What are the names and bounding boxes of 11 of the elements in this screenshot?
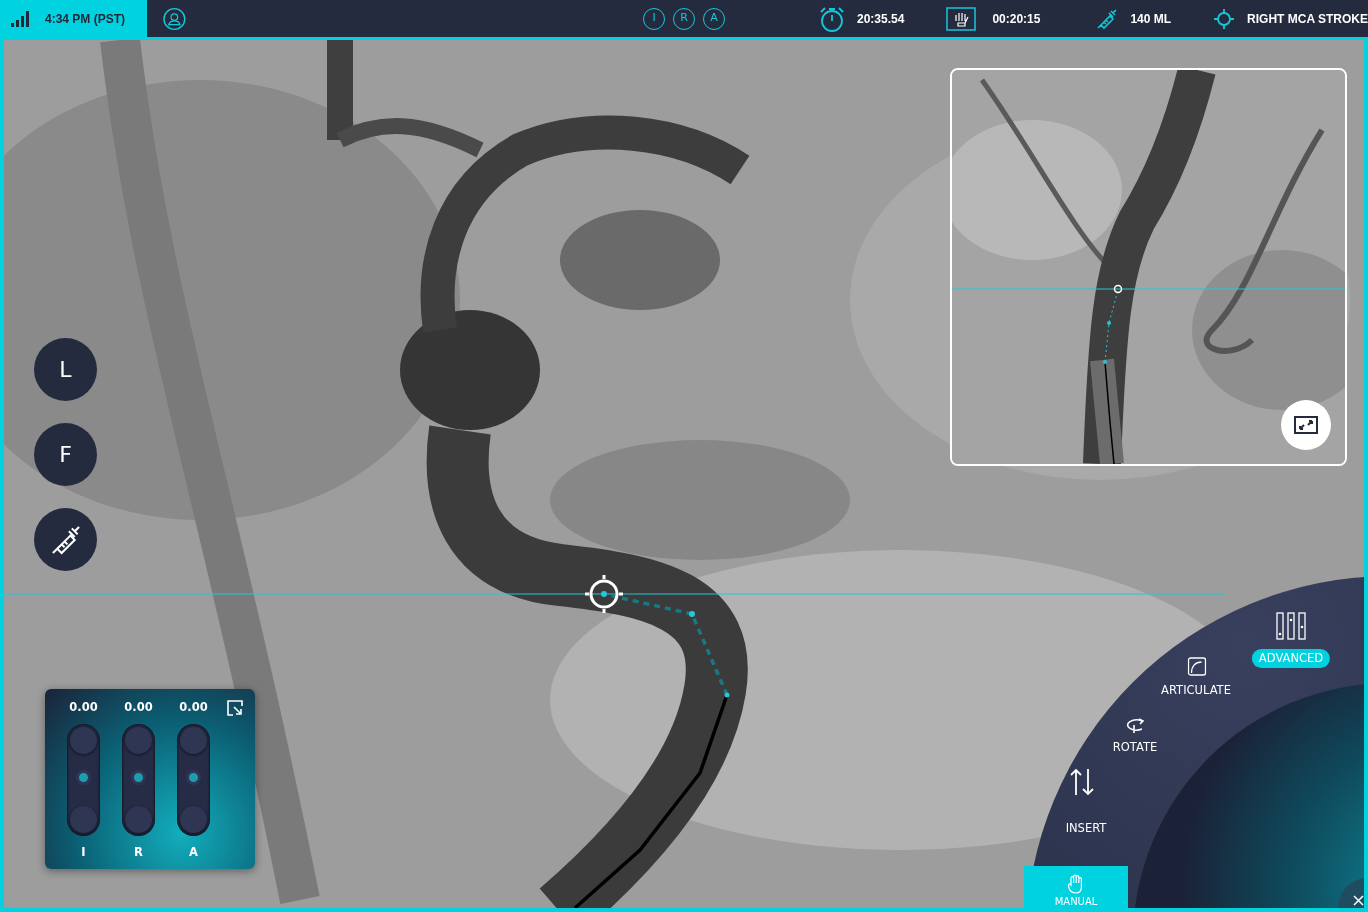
stat-value: 20:35.54 [857,10,905,28]
stat-value: RIGHT MCA STROKE [1247,10,1368,28]
stat-value: 140 ML [1130,10,1172,28]
stopwatch-icon [819,5,845,32]
signal-icon [11,10,31,27]
stat-value: 00:20:15 [992,10,1041,28]
hand-xray-icon [946,6,977,31]
clock-time: 4:34 PM (PST) [45,10,125,28]
syringe-icon [1096,7,1119,30]
target-icon [1213,7,1236,30]
user-icon[interactable] [163,6,186,31]
